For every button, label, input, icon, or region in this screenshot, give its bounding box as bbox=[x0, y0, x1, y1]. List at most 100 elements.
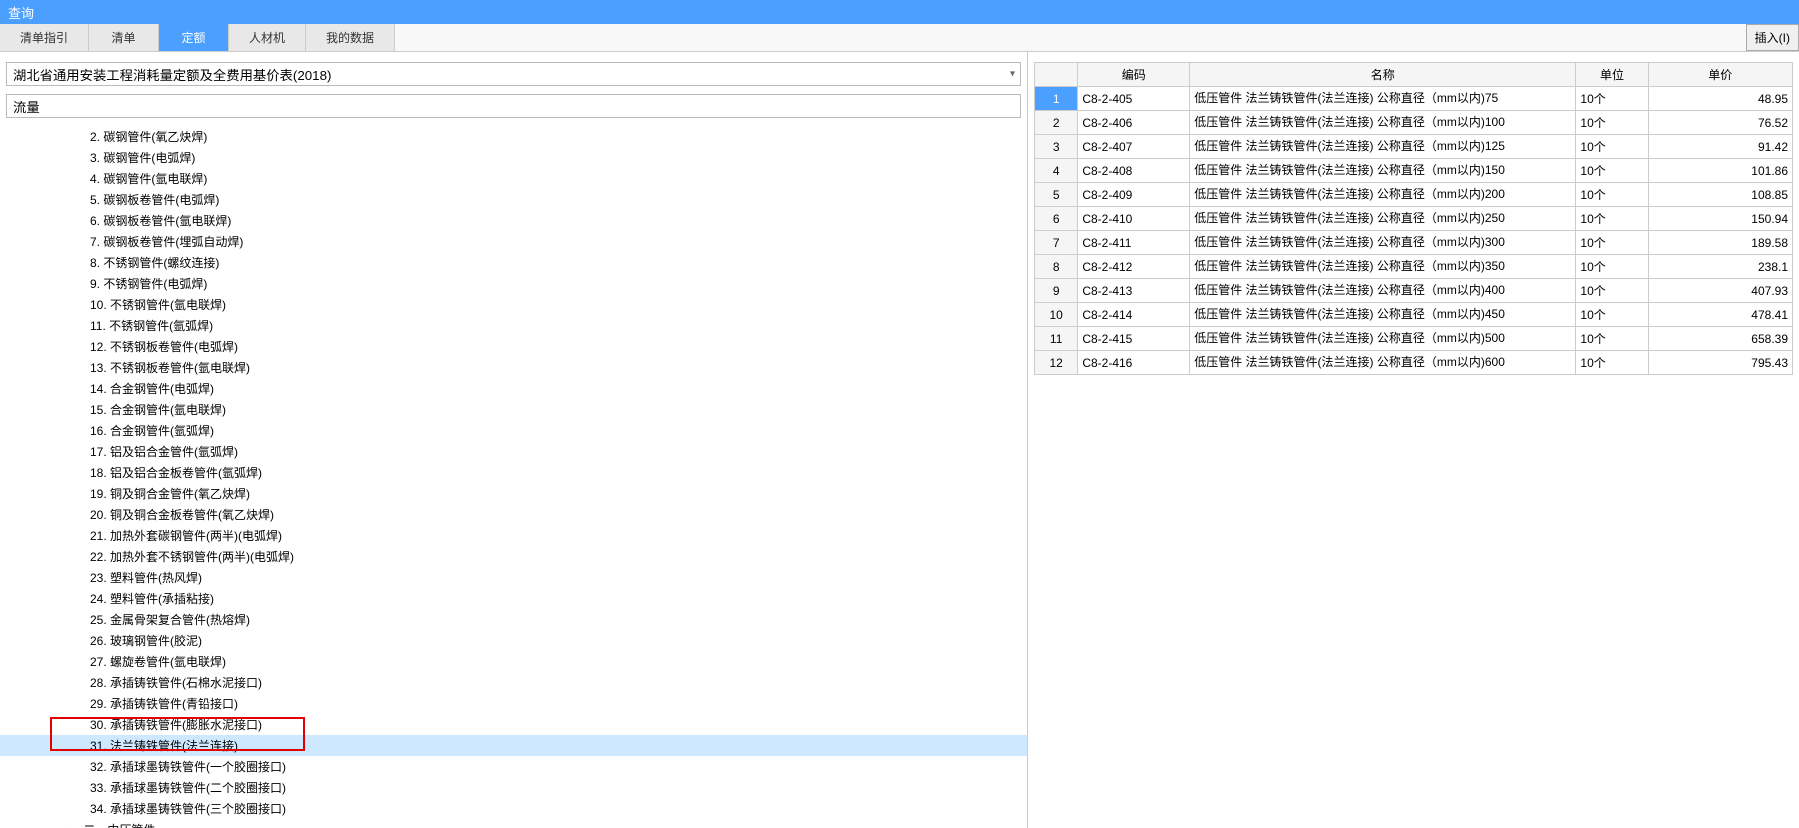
search-input[interactable] bbox=[6, 94, 1021, 118]
tab-qingdan-zhiyin[interactable]: 清单指引 bbox=[0, 24, 89, 51]
cell-idx: 8 bbox=[1035, 255, 1078, 279]
cell-code: C8-2-405 bbox=[1078, 87, 1190, 111]
tree-item[interactable]: 20. 铜及铜合金板卷管件(氧乙炔焊) bbox=[0, 504, 1027, 525]
cell-idx: 7 bbox=[1035, 231, 1078, 255]
table-row[interactable]: 12C8-2-416低压管件 法兰铸铁管件(法兰连接) 公称直径（mm以内)60… bbox=[1035, 351, 1793, 375]
search-bar bbox=[6, 94, 1021, 118]
cell-unit: 10个 bbox=[1576, 303, 1648, 327]
cell-code: C8-2-407 bbox=[1078, 135, 1190, 159]
tree-item[interactable]: 13. 不锈钢板卷管件(氩电联焊) bbox=[0, 357, 1027, 378]
tree-item[interactable]: 15. 合金钢管件(氩电联焊) bbox=[0, 399, 1027, 420]
tree-item[interactable]: 25. 金属骨架复合管件(热熔焊) bbox=[0, 609, 1027, 630]
catalog-select-bar: ▾ bbox=[6, 62, 1021, 86]
tree-item[interactable]: 3. 碳钢管件(电弧焊) bbox=[0, 147, 1027, 168]
tree-item[interactable]: 14. 合金钢管件(电弧焊) bbox=[0, 378, 1027, 399]
tree-item[interactable]: 32. 承插球墨铸铁管件(一个胶圈接口) bbox=[0, 756, 1027, 777]
cell-name: 低压管件 法兰铸铁管件(法兰连接) 公称直径（mm以内)250 bbox=[1190, 207, 1576, 231]
table-row[interactable]: 7C8-2-411低压管件 法兰铸铁管件(法兰连接) 公称直径（mm以内)300… bbox=[1035, 231, 1793, 255]
table-row[interactable]: 8C8-2-412低压管件 法兰铸铁管件(法兰连接) 公称直径（mm以内)350… bbox=[1035, 255, 1793, 279]
tree-item[interactable]: 11. 不锈钢管件(氩弧焊) bbox=[0, 315, 1027, 336]
table-row[interactable]: 2C8-2-406低压管件 法兰铸铁管件(法兰连接) 公称直径（mm以内)100… bbox=[1035, 111, 1793, 135]
th-name[interactable]: 名称 bbox=[1190, 63, 1576, 87]
cell-code: C8-2-413 bbox=[1078, 279, 1190, 303]
tree-item[interactable]: 30. 承插铸铁管件(膨胀水泥接口) bbox=[0, 714, 1027, 735]
tree-item[interactable]: 4. 碳钢管件(氩电联焊) bbox=[0, 168, 1027, 189]
insert-button[interactable]: 插入(I) bbox=[1746, 24, 1799, 51]
tree-item[interactable]: 21. 加热外套碳钢管件(两半)(电弧焊) bbox=[0, 525, 1027, 546]
table-row[interactable]: 10C8-2-414低压管件 法兰铸铁管件(法兰连接) 公称直径（mm以内)45… bbox=[1035, 303, 1793, 327]
tab-dinge[interactable]: 定额 bbox=[159, 24, 229, 51]
tree-item[interactable]: 12. 不锈钢板卷管件(电弧焊) bbox=[0, 336, 1027, 357]
tree-item[interactable]: 18. 铝及铝合金板卷管件(氩弧焊) bbox=[0, 462, 1027, 483]
cell-name: 低压管件 法兰铸铁管件(法兰连接) 公称直径（mm以内)450 bbox=[1190, 303, 1576, 327]
cell-unit: 10个 bbox=[1576, 279, 1648, 303]
cell-price: 238.1 bbox=[1648, 255, 1792, 279]
tab-wodeshuju[interactable]: 我的数据 bbox=[306, 24, 395, 51]
tab-rencaiji[interactable]: 人材机 bbox=[229, 24, 306, 51]
cell-name: 低压管件 法兰铸铁管件(法兰连接) 公称直径（mm以内)600 bbox=[1190, 351, 1576, 375]
tree-item[interactable]: 33. 承插球墨铸铁管件(二个胶圈接口) bbox=[0, 777, 1027, 798]
tree-item[interactable]: 34. 承插球墨铸铁管件(三个胶圈接口) bbox=[0, 798, 1027, 819]
cell-code: C8-2-415 bbox=[1078, 327, 1190, 351]
cell-idx: 9 bbox=[1035, 279, 1078, 303]
cell-price: 101.86 bbox=[1648, 159, 1792, 183]
th-idx[interactable] bbox=[1035, 63, 1078, 87]
main: ▾ 2. 碳钢管件(氧乙炔焊)3. 碳钢管件(电弧焊)4. 碳钢管件(氩电联焊)… bbox=[0, 52, 1799, 828]
cell-name: 低压管件 法兰铸铁管件(法兰连接) 公称直径（mm以内)500 bbox=[1190, 327, 1576, 351]
cell-idx: 1 bbox=[1035, 87, 1078, 111]
insert-button-label: 插入(I) bbox=[1755, 29, 1790, 46]
data-table: 编码 名称 单位 单价 1C8-2-405低压管件 法兰铸铁管件(法兰连接) 公… bbox=[1034, 62, 1793, 375]
cell-price: 658.39 bbox=[1648, 327, 1792, 351]
tree-item[interactable]: 2. 碳钢管件(氧乙炔焊) bbox=[0, 126, 1027, 147]
tree-item[interactable]: 28. 承插铸铁管件(石棉水泥接口) bbox=[0, 672, 1027, 693]
tree-item[interactable]: 17. 铝及铝合金管件(氩弧焊) bbox=[0, 441, 1027, 462]
tree-item[interactable]: 26. 玻璃钢管件(胶泥) bbox=[0, 630, 1027, 651]
table-row[interactable]: 11C8-2-415低压管件 法兰铸铁管件(法兰连接) 公称直径（mm以内)50… bbox=[1035, 327, 1793, 351]
cell-unit: 10个 bbox=[1576, 111, 1648, 135]
cell-idx: 2 bbox=[1035, 111, 1078, 135]
tree-item[interactable]: 24. 塑料管件(承插粘接) bbox=[0, 588, 1027, 609]
cell-price: 76.52 bbox=[1648, 111, 1792, 135]
th-code[interactable]: 编码 bbox=[1078, 63, 1190, 87]
cell-code: C8-2-414 bbox=[1078, 303, 1190, 327]
tab-label: 我的数据 bbox=[326, 29, 374, 46]
table-row[interactable]: 5C8-2-409低压管件 法兰铸铁管件(法兰连接) 公称直径（mm以内)200… bbox=[1035, 183, 1793, 207]
table-row[interactable]: 4C8-2-408低压管件 法兰铸铁管件(法兰连接) 公称直径（mm以内)150… bbox=[1035, 159, 1793, 183]
tree-item[interactable]: 9. 不锈钢管件(电弧焊) bbox=[0, 273, 1027, 294]
cell-code: C8-2-412 bbox=[1078, 255, 1190, 279]
tree-item[interactable]: 29. 承插铸铁管件(青铅接口) bbox=[0, 693, 1027, 714]
tree-item[interactable]: 19. 铜及铜合金管件(氧乙炔焊) bbox=[0, 483, 1027, 504]
tree-item[interactable]: 8. 不锈钢管件(螺纹连接) bbox=[0, 252, 1027, 273]
cell-price: 189.58 bbox=[1648, 231, 1792, 255]
cell-idx: 10 bbox=[1035, 303, 1078, 327]
tree-item[interactable]: 5. 碳钢板卷管件(电弧焊) bbox=[0, 189, 1027, 210]
cell-unit: 10个 bbox=[1576, 87, 1648, 111]
tree-item[interactable]: 27. 螺旋卷管件(氩电联焊) bbox=[0, 651, 1027, 672]
title-bar: 查询 bbox=[0, 0, 1799, 24]
tab-label: 定额 bbox=[182, 29, 206, 46]
table-wrapper: 编码 名称 单位 单价 1C8-2-405低压管件 法兰铸铁管件(法兰连接) 公… bbox=[1034, 62, 1793, 375]
tree-item[interactable]: 7. 碳钢板卷管件(埋弧自动焊) bbox=[0, 231, 1027, 252]
tree-item[interactable]: 6. 碳钢板卷管件(氩电联焊) bbox=[0, 210, 1027, 231]
tab-qingdan[interactable]: 清单 bbox=[89, 24, 159, 51]
table-row[interactable]: 1C8-2-405低压管件 法兰铸铁管件(法兰连接) 公称直径（mm以内)751… bbox=[1035, 87, 1793, 111]
catalog-select[interactable] bbox=[6, 62, 1021, 86]
cell-price: 478.41 bbox=[1648, 303, 1792, 327]
tree-parent-item[interactable]: ▸ 二、中压管件 bbox=[0, 819, 1027, 828]
table-row[interactable]: 3C8-2-407低压管件 法兰铸铁管件(法兰连接) 公称直径（mm以内)125… bbox=[1035, 135, 1793, 159]
th-unit[interactable]: 单位 bbox=[1576, 63, 1648, 87]
tab-row: 清单指引 清单 定额 人材机 我的数据 插入(I) bbox=[0, 24, 1799, 52]
table-row[interactable]: 9C8-2-413低压管件 法兰铸铁管件(法兰连接) 公称直径（mm以内)400… bbox=[1035, 279, 1793, 303]
cell-idx: 6 bbox=[1035, 207, 1078, 231]
cell-code: C8-2-409 bbox=[1078, 183, 1190, 207]
tree-container[interactable]: 2. 碳钢管件(氧乙炔焊)3. 碳钢管件(电弧焊)4. 碳钢管件(氩电联焊)5.… bbox=[0, 124, 1027, 828]
cell-price: 48.95 bbox=[1648, 87, 1792, 111]
cell-unit: 10个 bbox=[1576, 207, 1648, 231]
tree-item[interactable]: 31. 法兰铸铁管件(法兰连接) bbox=[0, 735, 1027, 756]
th-price[interactable]: 单价 bbox=[1648, 63, 1792, 87]
tree-item[interactable]: 23. 塑料管件(热风焊) bbox=[0, 567, 1027, 588]
tree-item[interactable]: 16. 合金钢管件(氩弧焊) bbox=[0, 420, 1027, 441]
table-row[interactable]: 6C8-2-410低压管件 法兰铸铁管件(法兰连接) 公称直径（mm以内)250… bbox=[1035, 207, 1793, 231]
tree-item[interactable]: 10. 不锈钢管件(氩电联焊) bbox=[0, 294, 1027, 315]
tree-item[interactable]: 22. 加热外套不锈钢管件(两半)(电弧焊) bbox=[0, 546, 1027, 567]
